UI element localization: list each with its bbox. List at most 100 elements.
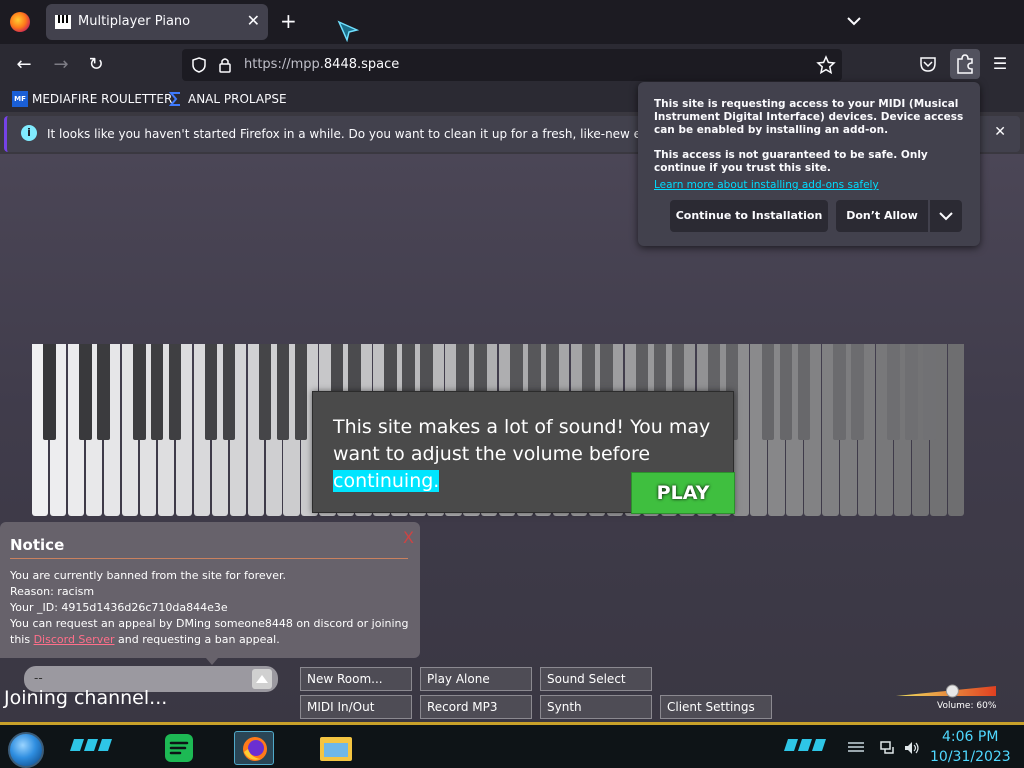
record-mp3-button[interactable]: Record MP3 xyxy=(420,695,532,719)
piano-black-key[interactable] xyxy=(923,344,936,440)
lock-icon[interactable] xyxy=(216,56,234,74)
piano-black-key[interactable] xyxy=(168,344,182,440)
spotify-taskbar-item[interactable] xyxy=(160,731,200,765)
piano-black-key[interactable] xyxy=(797,344,811,440)
notice-line: You are currently banned from the site f… xyxy=(10,569,286,582)
notice-body: You are currently banned from the site f… xyxy=(10,568,409,648)
mouse-cursor-icon xyxy=(337,20,359,42)
dont-allow-dropdown[interactable] xyxy=(930,200,962,232)
start-button[interactable] xyxy=(8,732,44,768)
puzzle-icon xyxy=(957,54,973,74)
network-icon[interactable] xyxy=(880,741,896,755)
new-room-button[interactable]: New Room... xyxy=(300,667,412,691)
sound-select-button[interactable]: Sound Select xyxy=(540,667,652,691)
dont-allow-button[interactable]: Don’t Allow xyxy=(836,200,928,232)
chevron-up-icon[interactable] xyxy=(252,669,272,689)
notice-line-suffix: and requesting a ban appeal. xyxy=(114,633,280,646)
url-text[interactable]: https://mpp.8448.space xyxy=(244,57,399,72)
notice-line: Reason: racism xyxy=(10,585,95,598)
play-button[interactable]: PLAY xyxy=(631,472,735,514)
firefox-icon xyxy=(243,737,267,761)
piano-black-key[interactable] xyxy=(851,344,864,440)
piano-black-key[interactable] xyxy=(276,344,290,440)
reload-icon[interactable]: ↻ xyxy=(85,54,107,76)
learn-more-link[interactable]: Learn more about installing add-ons safe… xyxy=(654,179,879,191)
piano-black-key[interactable] xyxy=(150,344,164,440)
file-explorer-taskbar-item[interactable] xyxy=(316,731,356,765)
info-icon: i xyxy=(21,125,37,141)
play-alone-button[interactable]: Play Alone xyxy=(420,667,532,691)
piano-black-key[interactable] xyxy=(258,344,272,440)
shield-icon[interactable] xyxy=(190,56,208,74)
taskbar-decoration xyxy=(70,739,112,751)
notice-line-prefix: this xyxy=(10,633,34,646)
file-explorer-icon xyxy=(320,737,352,761)
tab-title: Multiplayer Piano xyxy=(78,14,191,29)
firefox-taskbar-item[interactable] xyxy=(234,731,274,765)
piano-black-key[interactable] xyxy=(222,344,236,440)
piano-black-key[interactable] xyxy=(204,344,218,440)
volume-slider[interactable] xyxy=(896,684,996,698)
close-icon[interactable]: ✕ xyxy=(994,124,1006,140)
continue-to-installation-button[interactable]: Continue to Installation xyxy=(670,200,828,232)
notice-line: You can request an appeal by DMing someo… xyxy=(10,617,409,630)
back-arrow-icon[interactable]: ← xyxy=(13,54,35,76)
taskbar-decoration xyxy=(784,739,826,751)
extensions-puzzle-button[interactable] xyxy=(950,49,980,79)
midi-popup-paragraph: This site is requesting access to your M… xyxy=(654,98,964,136)
taskbar: 4:06 PM 10/31/2023 xyxy=(0,722,1024,768)
tab-close-icon[interactable]: ✕ xyxy=(247,11,260,30)
piano-black-key[interactable] xyxy=(905,344,918,440)
piano-black-key[interactable] xyxy=(833,344,846,440)
midi-popup-paragraph: This access is not guaranteed to be safe… xyxy=(654,149,928,174)
volume-slider-knob[interactable] xyxy=(945,684,959,698)
piano-black-key[interactable] xyxy=(79,344,92,440)
forward-arrow-icon[interactable]: → xyxy=(50,54,72,76)
hamburger-menu-icon[interactable]: ☰ xyxy=(990,54,1010,74)
firefox-logo-icon[interactable] xyxy=(10,12,30,32)
new-tab-button[interactable]: + xyxy=(280,9,297,33)
piano-white-key[interactable] xyxy=(948,344,965,516)
bookmark-label: MEDIAFIRE ROULETTER xyxy=(32,92,173,106)
piano-black-key[interactable] xyxy=(132,344,146,440)
bookmark-mediafire-rouletter[interactable]: MF MEDIAFIRE ROULETTER xyxy=(12,90,172,108)
tab-multiplayer-piano[interactable]: Multiplayer Piano ✕ xyxy=(46,4,268,40)
clock-time[interactable]: 4:06 PM xyxy=(942,729,998,745)
piano-black-key[interactable] xyxy=(779,344,793,440)
bookmark-star-icon[interactable] xyxy=(816,55,836,75)
volume-warning-highlight: continuing. xyxy=(333,470,440,492)
mediafire-icon: MF xyxy=(12,91,28,107)
notice-panel: Notice X You are currently banned from t… xyxy=(0,522,420,658)
bookmark-anal-prolapse[interactable]: ANAL PROLAPSE xyxy=(168,90,287,108)
notice-close-button[interactable]: X xyxy=(403,528,414,547)
speaker-icon[interactable] xyxy=(904,741,920,755)
chevron-down-icon xyxy=(939,212,953,221)
channel-status: Joining channel... xyxy=(4,687,168,709)
discord-server-link[interactable]: Discord Server xyxy=(34,633,115,646)
notice-line: Your _ID: 4915d1436d26c710da844e3e xyxy=(10,601,228,614)
show-desktop-icon[interactable] xyxy=(848,741,864,755)
bookmark-label: ANAL PROLAPSE xyxy=(188,92,287,106)
client-settings-button[interactable]: Client Settings xyxy=(660,695,772,719)
piano-black-key[interactable] xyxy=(761,344,775,440)
volume-warning-modal: This site makes a lot of sound! You may … xyxy=(312,391,735,514)
clock-date[interactable]: 10/31/2023 xyxy=(930,749,1011,765)
synth-button[interactable]: Synth xyxy=(540,695,652,719)
piano-black-key[interactable] xyxy=(43,344,56,440)
piano-black-key[interactable] xyxy=(294,344,308,440)
notice-line: this Discord Server and requesting a ban… xyxy=(10,632,409,648)
url-bar[interactable]: https://mpp.8448.space xyxy=(182,49,842,81)
piano-icon xyxy=(55,15,71,29)
pocket-icon[interactable] xyxy=(918,54,938,74)
midi-in-out-button[interactable]: MIDI In/Out xyxy=(300,695,412,719)
piano-black-key[interactable] xyxy=(97,344,110,440)
volume-warning-main: This site makes a lot of sound! You may … xyxy=(333,416,711,465)
chevron-down-icon[interactable] xyxy=(845,12,863,30)
notice-pointer xyxy=(206,658,218,665)
piano-black-key[interactable] xyxy=(887,344,900,440)
notice-title: Notice xyxy=(10,536,65,554)
volume-label: Volume: 60% xyxy=(937,701,997,711)
midi-permission-popup: This site is requesting access to your M… xyxy=(638,82,980,246)
navigation-toolbar: ← → ↻ https://mpp.8448.space ☰ xyxy=(0,44,1024,86)
tab-strip: Multiplayer Piano ✕ + xyxy=(0,0,1024,44)
